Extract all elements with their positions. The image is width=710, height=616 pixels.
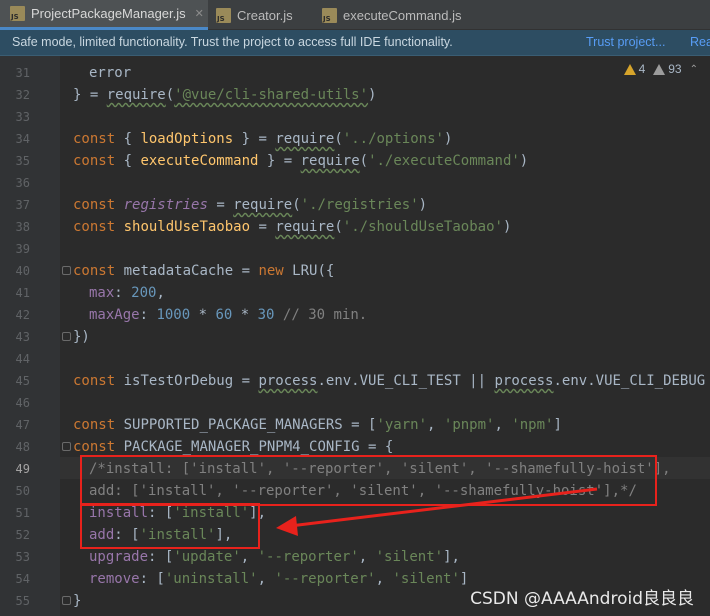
annotation-arrow <box>276 487 598 536</box>
watermark: CSDN @AAAAndroid良良良 <box>470 589 694 609</box>
